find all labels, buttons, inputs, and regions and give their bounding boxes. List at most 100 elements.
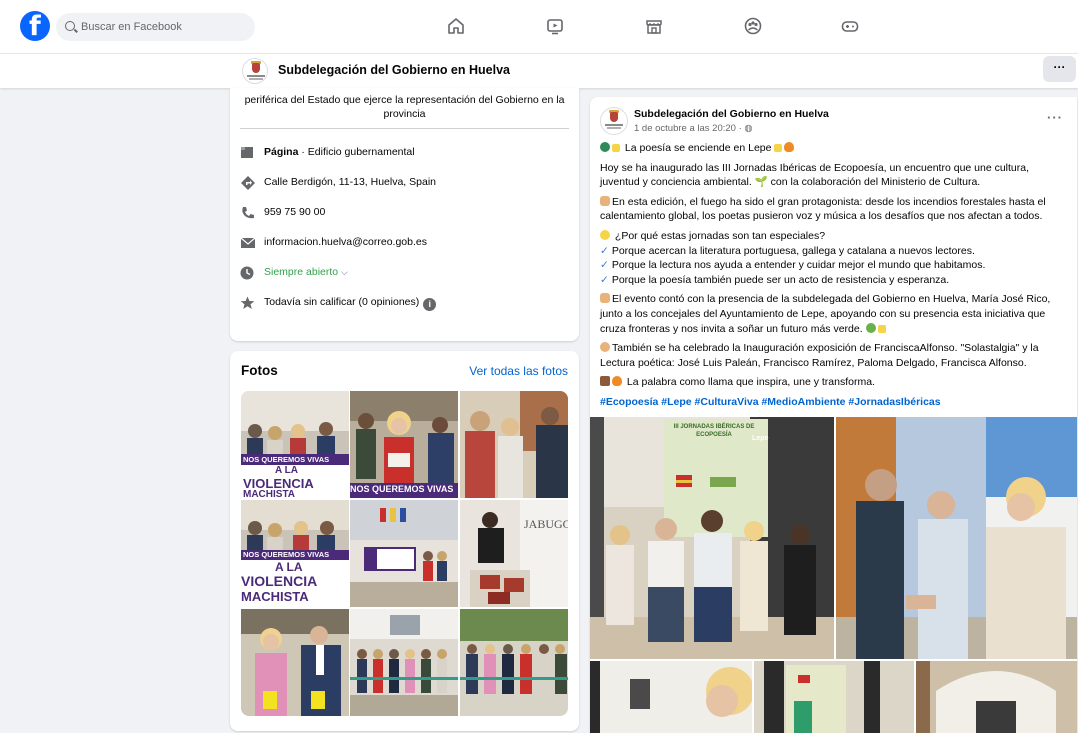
checkmark-icon: ✓ [600, 259, 609, 272]
intro-text: periférica del Estado que ejerce la repr… [244, 94, 565, 120]
post-reason: Porque acercan la literatura portuguesa,… [611, 244, 975, 257]
email-row[interactable]: informacion.huelva@correo.gob.es [240, 234, 570, 252]
rating-row: Todavía sin calificar (0 opiniones) i [240, 294, 570, 312]
star-icon [240, 296, 255, 309]
clap-emoji-icon [600, 342, 610, 353]
photo-banner-line4: MACHISTA [241, 589, 309, 604]
post-photo-4[interactable] [754, 661, 914, 733]
poster-title: III JORNADAS IBÉRICAS DE ECOPOESÍA [673, 424, 755, 438]
sparkles-emoji-icon [774, 144, 783, 152]
books-emoji-icon [600, 376, 610, 387]
photo-thumb[interactable]: NOS QUEREMOS VIVAS A LA VIOLENCIA MACHIS… [241, 500, 349, 607]
post-paragraph-5: La palabra como llama que inspira, une y… [626, 376, 875, 389]
post-timestamp[interactable]: 1 de octubre a las 20:20 · ◍ [634, 123, 753, 134]
phone-icon [242, 207, 254, 219]
photo-banner-line2: A LA [275, 560, 303, 574]
category-label: Página [264, 146, 299, 158]
post-photo-3[interactable] [590, 661, 752, 733]
photo-thumb[interactable]: NOS QUEREMOS VIVAS [350, 391, 458, 498]
rating-text: Todavía sin calificar (0 opiniones) [264, 296, 420, 308]
post-hashtags[interactable]: #Ecopoesía #Lepe #CulturaViva #MedioAmbi… [600, 395, 1070, 410]
post-headline: La poesía se enciende en Lepe [624, 142, 772, 154]
fire-emoji-icon [612, 376, 622, 387]
post-photo-2[interactable] [836, 417, 1077, 659]
photo-banner-line3: VIOLENCIA [241, 573, 318, 589]
photo-thumb[interactable] [350, 500, 458, 607]
post-paragraph-2: En esta edición, el fuego ha sido el gra… [600, 195, 1046, 223]
more-options-button[interactable]: ··· [1043, 56, 1076, 82]
marketplace-icon[interactable] [642, 14, 666, 38]
page-title[interactable]: Subdelegación del Gobierno en Huelva [278, 63, 510, 77]
home-icon[interactable] [444, 14, 468, 38]
lightbulb-emoji-icon [600, 229, 610, 240]
post-reason: Porque la lectura nos ayuda a entender y… [611, 259, 986, 272]
category-row: Página · Edificio gubernamental [240, 144, 570, 162]
photos-title: Fotos [241, 363, 278, 378]
post-paragraph-4: También se ha celebrado la Inauguración … [600, 342, 1039, 369]
photo-thumb[interactable] [350, 609, 458, 716]
intro-card: periférica del Estado que ejerce la repr… [230, 88, 579, 341]
hand-point-emoji-icon [600, 293, 610, 304]
phone-row[interactable]: 959 75 90 00 [240, 204, 570, 222]
photo-brand-text: JABUGO [524, 517, 568, 531]
photos-card: Fotos Ver todas las fotos NOS QUEREMOS V… [230, 351, 579, 731]
flag-icon [241, 147, 253, 158]
post-photo-5[interactable] [916, 661, 1077, 733]
post-card: Subdelegación del Gobierno en Huelva 1 d… [590, 97, 1077, 733]
directions-icon [241, 176, 255, 190]
photo-thumb[interactable] [460, 609, 568, 716]
seedling-emoji-icon [865, 322, 876, 333]
post-text: La poesía se enciende en Lepe Hoy se ha … [600, 141, 1070, 415]
post-more-options-icon[interactable]: ··· [1047, 110, 1063, 125]
post-paragraph-1: Hoy se ha inaugurado las III Jornadas Ib… [600, 161, 1030, 189]
photo-thumb[interactable]: JABUGO [460, 500, 568, 607]
post-photo-1[interactable]: III JORNADAS IBÉRICAS DE ECOPOESÍA Lepe [590, 417, 834, 659]
page-avatar[interactable] [242, 58, 268, 84]
fire-emoji-icon [784, 142, 795, 152]
gaming-icon[interactable] [838, 14, 862, 38]
divider [240, 128, 569, 129]
chevron-down-icon[interactable]: ⌵ [341, 267, 348, 277]
photo-thumb[interactable] [460, 391, 568, 498]
hours-text[interactable]: Siempre abierto [264, 266, 338, 278]
search-icon [65, 21, 75, 31]
post-author-avatar[interactable] [600, 107, 628, 135]
clock-icon [240, 266, 254, 280]
post-author-name[interactable]: Subdelegación del Gobierno en Huelva [634, 108, 829, 120]
photo-thumb[interactable]: NOS QUEREMOS VIVAS A LA VIOLENCIA MACHIS… [241, 391, 349, 498]
email-icon [240, 237, 256, 248]
poster-side-label: Lepe [752, 435, 769, 442]
search-input[interactable] [81, 19, 246, 35]
groups-icon[interactable] [741, 14, 765, 38]
post-time-text[interactable]: 1 de octubre a las 20:20 · [634, 123, 744, 134]
photo-banner-line1: NOS QUEREMOS VIVAS [243, 455, 330, 464]
facebook-logo-letter: f [29, 11, 41, 42]
phone-text[interactable]: 959 75 90 00 [264, 206, 325, 218]
see-all-photos-link[interactable]: Ver todas las fotos [469, 364, 568, 378]
email-text[interactable]: informacion.huelva@correo.gob.es [264, 236, 427, 248]
top-navigation-bar: f [0, 0, 1078, 53]
address-row[interactable]: Calle Berdigón, 11-13, Huelva, Spain [240, 174, 570, 192]
category-value: · Edificio gubernamental [298, 146, 415, 158]
checkmark-icon: ✓ [600, 273, 609, 286]
photo-thumb[interactable] [241, 609, 349, 716]
post-paragraph-3: El evento contó con la presencia de la s… [600, 293, 1051, 335]
address-text[interactable]: Calle Berdigón, 11-13, Huelva, Spain [264, 176, 436, 188]
photo-banner-line4: MACHISTA [243, 489, 296, 498]
facebook-logo[interactable]: f [20, 11, 50, 42]
photo-banner-line2: A LA [275, 465, 298, 476]
search-box[interactable] [56, 13, 255, 41]
hand-point-emoji-icon [600, 195, 610, 206]
post-question: ¿Por qué estas jornadas son tan especial… [614, 229, 826, 242]
photo-banner-line1: NOS QUEREMOS VIVAS [243, 550, 330, 559]
sparkles-emoji-icon [612, 144, 620, 152]
info-icon[interactable]: i [423, 298, 437, 311]
hours-row[interactable]: Siempre abierto ⌵ [240, 264, 570, 282]
video-icon[interactable] [543, 14, 567, 38]
sparkles-emoji-icon [877, 324, 886, 333]
globe-emoji-icon [600, 142, 610, 152]
photo-banner-line: NOS QUEREMOS VIVAS [350, 484, 454, 494]
checkmark-icon: ✓ [600, 244, 609, 257]
post-reason: Porque la poesía también puede ser un ac… [611, 273, 950, 286]
globe-icon: ◍ [744, 123, 753, 134]
